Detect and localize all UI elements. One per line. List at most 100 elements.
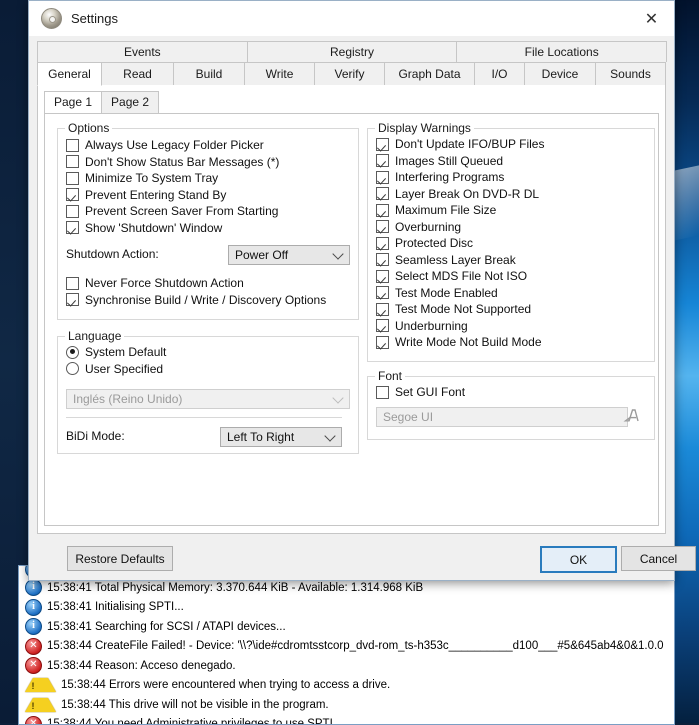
log-entry[interactable]: i15:38:41 Initialising SPTI... [19,598,674,618]
tab-write[interactable]: Write [244,62,315,85]
options-checkbox[interactable] [66,172,79,185]
ok-button[interactable]: OK [540,546,617,573]
display-warning-option[interactable]: Images Still Queued [376,153,544,170]
options-option[interactable]: Prevent Screen Saver From Starting [66,203,279,220]
close-icon[interactable]: ✕ [629,1,674,36]
display-warnings-group-legend: Display Warnings [375,121,474,135]
sub-tab-page-1[interactable]: Page 1 [44,91,102,113]
options-option[interactable]: Synchronise Build / Write / Discovery Op… [66,292,326,309]
display-warning-option[interactable]: Protected Disc [376,235,544,252]
display-warning-option[interactable]: Test Mode Not Supported [376,301,544,318]
restore-defaults-button[interactable]: Restore Defaults [67,546,173,571]
tab-graph-data[interactable]: Graph Data [384,62,475,85]
language-radio[interactable] [66,362,79,375]
display-warning-label: Seamless Layer Break [395,253,516,267]
options-option[interactable]: Don't Show Status Bar Messages (*) [66,154,279,171]
options-checkbox[interactable] [66,188,79,201]
font-group: Font Set GUI Font Segoe UI [367,376,655,440]
tab-file-locations[interactable]: File Locations [456,41,667,62]
display-warning-option[interactable]: Write Mode Not Build Mode [376,334,544,351]
dialog-button-bar: Restore Defaults OK Cancel [29,538,674,580]
chevron-down-icon [324,430,335,441]
display-warning-checkbox[interactable] [376,220,389,233]
tab-device[interactable]: Device [524,62,596,85]
options-option[interactable]: Minimize To System Tray [66,170,279,187]
display-warning-option[interactable]: Test Mode Enabled [376,285,544,302]
options-checkbox[interactable] [66,221,79,234]
log-entry[interactable]: i15:38:41 Searching for SCSI / ATAPI dev… [19,617,674,637]
display-warning-checkbox[interactable] [376,204,389,217]
display-warning-checkbox[interactable] [376,336,389,349]
display-warning-checkbox[interactable] [376,319,389,332]
tab-sounds[interactable]: Sounds [595,62,666,85]
tab-read[interactable]: Read [101,62,174,85]
error-icon: ✕ [25,638,42,655]
display-warning-checkbox[interactable] [376,286,389,299]
log-entry-text: 15:38:41 Initialising SPTI... [47,601,184,613]
options-checkbox[interactable] [66,205,79,218]
bidi-mode-select[interactable]: Left To Right [220,427,342,447]
font-group-legend: Font [375,369,405,383]
display-warning-checkbox[interactable] [376,253,389,266]
log-entry-text: 15:38:41 Total Physical Memory: 3.370.64… [47,582,423,594]
cancel-button[interactable]: Cancel [621,546,696,571]
display-warning-checkbox[interactable] [376,237,389,250]
display-warning-option[interactable]: Underburning [376,318,544,335]
tab-registry[interactable]: Registry [247,41,458,62]
options-label: Don't Show Status Bar Messages (*) [85,155,279,169]
language-radio-option[interactable]: System Default [66,344,166,361]
options-option[interactable]: Show 'Shutdown' Window [66,220,279,237]
display-warning-option[interactable]: Maximum File Size [376,202,544,219]
log-entry[interactable]: ✕ 15:38:44 You need Administrative privil… [19,715,674,725]
display-warning-checkbox[interactable] [376,270,389,283]
display-warning-checkbox[interactable] [376,171,389,184]
options-option[interactable]: Prevent Entering Stand By [66,187,279,204]
log-entry[interactable]: !15:38:44 This drive will not be visible… [19,695,674,715]
options-option[interactable]: Never Force Shutdown Action [66,275,326,292]
options-checkbox[interactable] [66,293,79,306]
language-radio-option[interactable]: User Specified [66,361,166,378]
sub-tab-page-2[interactable]: Page 2 [101,91,159,113]
display-warning-checkbox[interactable] [376,154,389,167]
log-entry[interactable]: ✕ 15:38:44 CreateFile Failed! - Device: '… [19,637,674,657]
shutdown-action-value: Power Off [235,248,288,262]
options-option[interactable]: Always Use Legacy Folder Picker [66,137,279,154]
log-entry-text: 15:38:44 You need Administrative privile… [47,718,336,725]
log-entry-text: 15:38:44 CreateFile Failed! - Device: '\… [47,640,664,652]
log-entry[interactable]: !15:38:44 Errors were encountered when t… [19,676,674,696]
display-warning-option[interactable]: Overburning [376,219,544,236]
tab-general[interactable]: General [37,62,102,86]
display-warning-label: Write Mode Not Build Mode [395,335,542,349]
log-panel[interactable]: i15:38:41 Microsoft Windows 8 Profession… [18,565,675,725]
log-entry[interactable]: ✕15:38:44 Reason: Acceso denegado. [19,656,674,676]
tab-build[interactable]: Build [173,62,245,85]
set-gui-font-option[interactable]: Set GUI Font [376,384,465,401]
options-checkbox[interactable] [66,139,79,152]
language-radio[interactable] [66,346,79,359]
display-warning-label: Test Mode Not Supported [395,302,531,316]
tab-verify[interactable]: Verify [314,62,385,85]
title-bar: Settings ✕ [29,1,674,36]
gui-font-field: Segoe UI [376,407,628,427]
display-warning-label: Images Still Queued [395,154,503,168]
log-entry-text: 15:38:41 Searching for SCSI / ATAPI devi… [47,621,286,633]
font-picker-icon[interactable] [623,407,641,425]
display-warning-option[interactable]: Seamless Layer Break [376,252,544,269]
display-warning-checkbox[interactable] [376,138,389,151]
display-warning-option[interactable]: Layer Break On DVD-R DL [376,186,544,203]
display-warning-option[interactable]: Don't Update IFO/BUP Files [376,136,544,153]
error-icon: ✕ [25,716,42,725]
gui-font-value: Segoe UI [383,410,433,424]
shutdown-action-select[interactable]: Power Off [228,245,350,265]
display-warning-option[interactable]: Select MDS File Not ISO [376,268,544,285]
options-checkbox[interactable] [66,155,79,168]
display-warning-checkbox[interactable] [376,303,389,316]
options-checkbox[interactable] [66,277,79,290]
tab-events[interactable]: Events [37,41,248,62]
set-gui-font-checkbox[interactable] [376,386,389,399]
tab-i-o[interactable]: I/O [474,62,525,85]
display-warning-option[interactable]: Interfering Programs [376,169,544,186]
tab-area: EventsRegistryFile Locations GeneralRead… [29,36,674,85]
language-radio-label: System Default [85,345,166,359]
display-warning-checkbox[interactable] [376,187,389,200]
